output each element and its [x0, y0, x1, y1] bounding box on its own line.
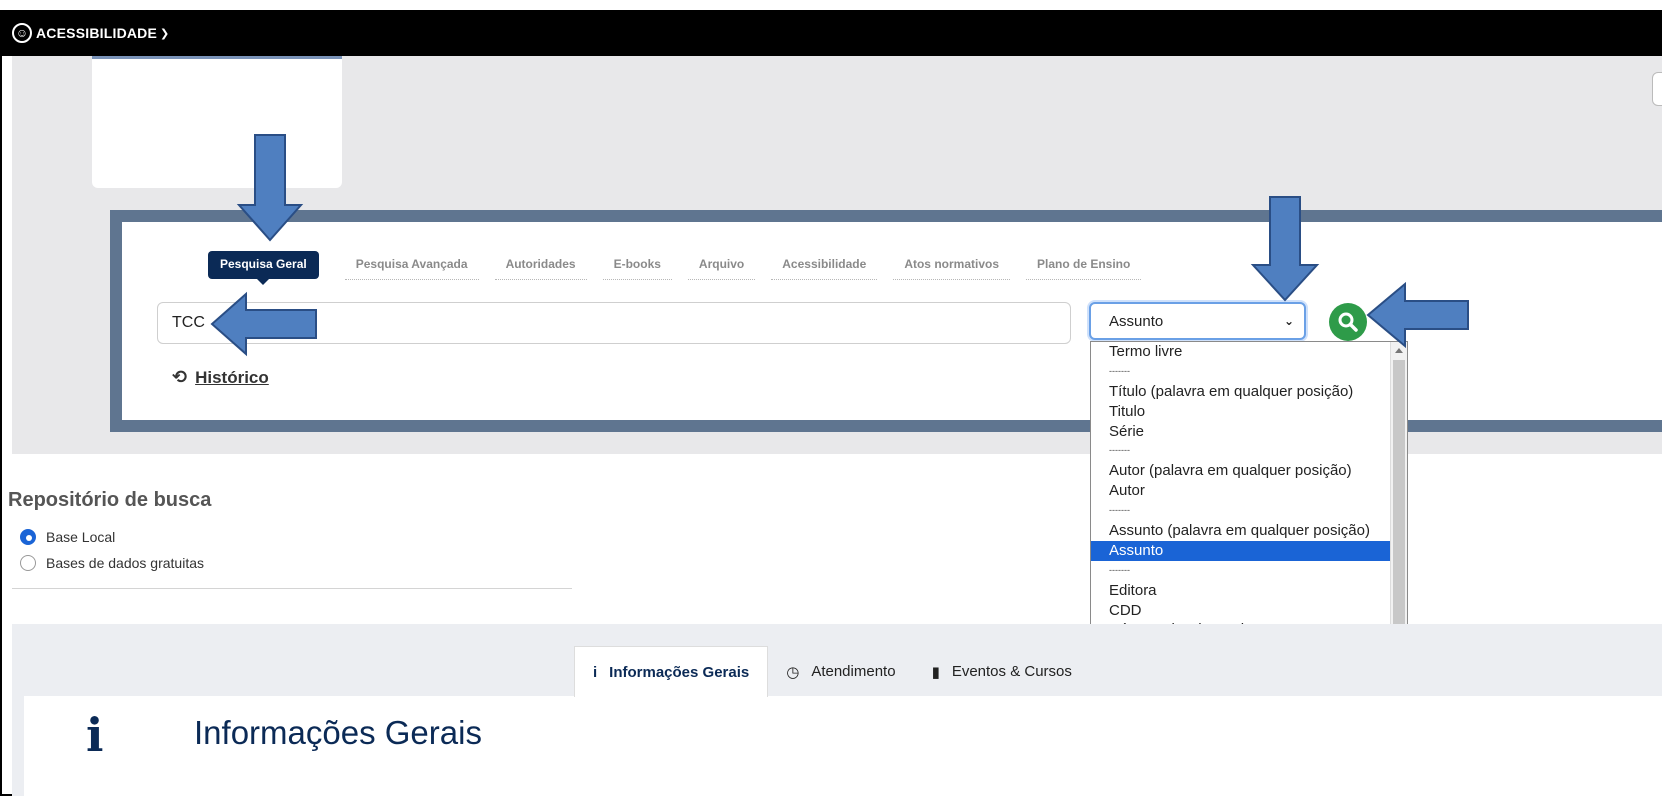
annotation-arrows: [210, 134, 1469, 357]
arrow-left-annotation: [1366, 281, 1469, 349]
arrow-down-annotation: [1250, 196, 1320, 302]
arrow-left-annotation: [210, 291, 317, 357]
arrow-down-annotation: [236, 134, 304, 242]
